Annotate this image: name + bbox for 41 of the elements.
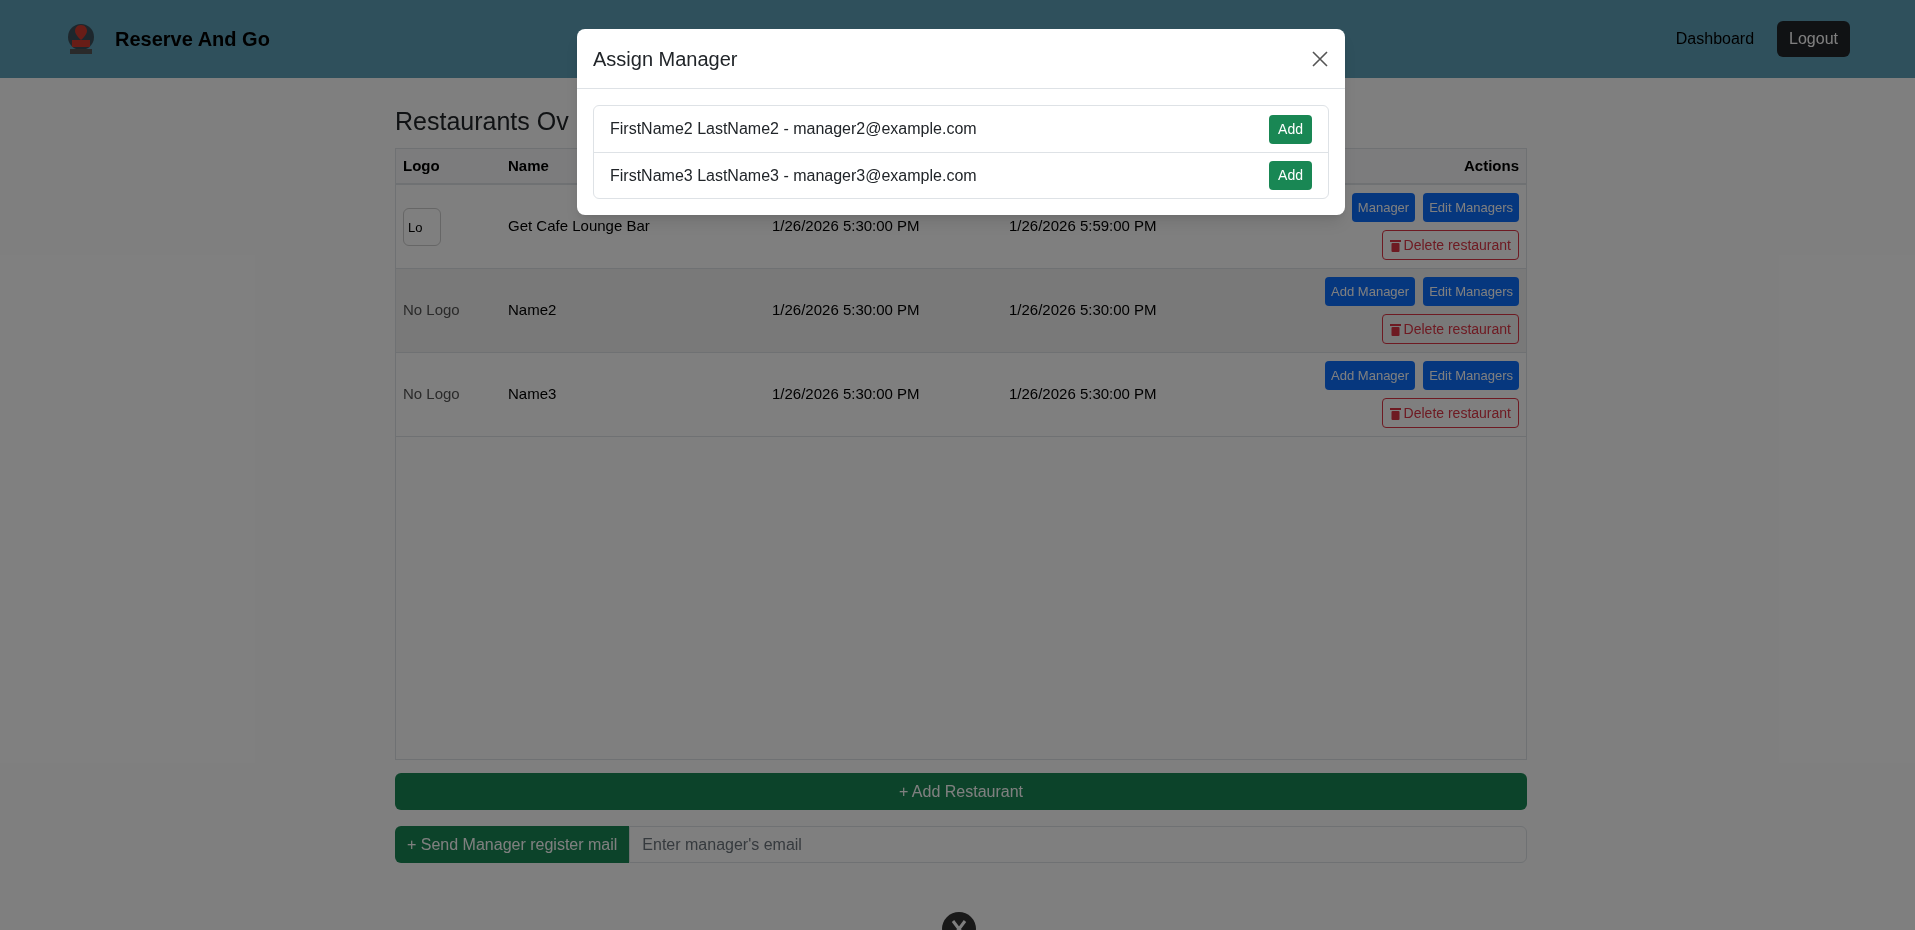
- table-cell-text: 1/26/2026 5:59:00 PM: [1009, 216, 1158, 237]
- column-header: Name: [508, 155, 549, 176]
- email-input[interactable]: Enter manager's email: [629, 826, 1527, 863]
- table-cell-text: Get Cafe Lounge Bar: [508, 216, 651, 237]
- table-cell-text: 1/26/2026 5:30:00 PM: [772, 384, 921, 405]
- logo-icon: [65, 22, 97, 56]
- brand-name[interactable]: Reserve And Go: [115, 24, 270, 54]
- action-button[interactable]: Add Manager: [1325, 361, 1416, 390]
- send-invite-button[interactable]: + Send Manager register mail: [395, 826, 630, 863]
- action-button[interactable]: Manager: [1351, 193, 1416, 222]
- add-button[interactable]: Add: [1269, 114, 1312, 144]
- table-cell-text: 1/26/2026 5:30:00 PM: [1009, 300, 1158, 321]
- action-button[interactable]: Add Manager: [1325, 277, 1416, 306]
- table-cell-text: Name3: [508, 384, 558, 405]
- action-button[interactable]: Edit Managers: [1423, 193, 1519, 222]
- table-cell: No Logo: [403, 301, 460, 319]
- manager-name: FirstName2 LastName2 - manager2@example.com: [610, 119, 977, 139]
- table-cell-text: 1/26/2026 5:30:00 PM: [772, 300, 921, 321]
- action-button[interactable]: Edit Managers: [1423, 277, 1519, 306]
- delete-button[interactable]: Delete restaurant: [1381, 398, 1519, 428]
- column-header: Actions: [1464, 155, 1519, 176]
- action-button[interactable]: Edit Managers: [1423, 361, 1519, 390]
- table-cell-text: 1/26/2026 5:30:00 PM: [772, 216, 921, 237]
- page-title: Restaurants Ov: [395, 106, 569, 137]
- close-icon[interactable]: [1311, 49, 1329, 68]
- trash-icon: [1389, 238, 1401, 252]
- add-button[interactable]: Add: [1269, 161, 1312, 190]
- trash-icon: [1389, 322, 1401, 336]
- table-cell: No Logo: [403, 385, 460, 403]
- trash-icon: [1389, 406, 1401, 420]
- add-restaurant-button[interactable]: + Add Restaurant: [395, 773, 1527, 810]
- delete-button[interactable]: Delete restaurant: [1381, 230, 1519, 260]
- column-header: Logo: [403, 155, 440, 176]
- nav-link[interactable]: Dashboard: [1675, 27, 1755, 51]
- delete-button[interactable]: Delete restaurant: [1381, 314, 1519, 344]
- manager-name: FirstName3 LastName3 - manager3@example.com: [610, 165, 977, 186]
- logout-button[interactable]: Logout: [1777, 21, 1850, 57]
- broken-image: Lo: [403, 207, 441, 246]
- table-cell-text: Name2: [508, 300, 558, 321]
- dialog-title: Assign Manager: [593, 46, 738, 72]
- table-cell-text: 1/26/2026 5:30:00 PM: [1009, 384, 1158, 405]
